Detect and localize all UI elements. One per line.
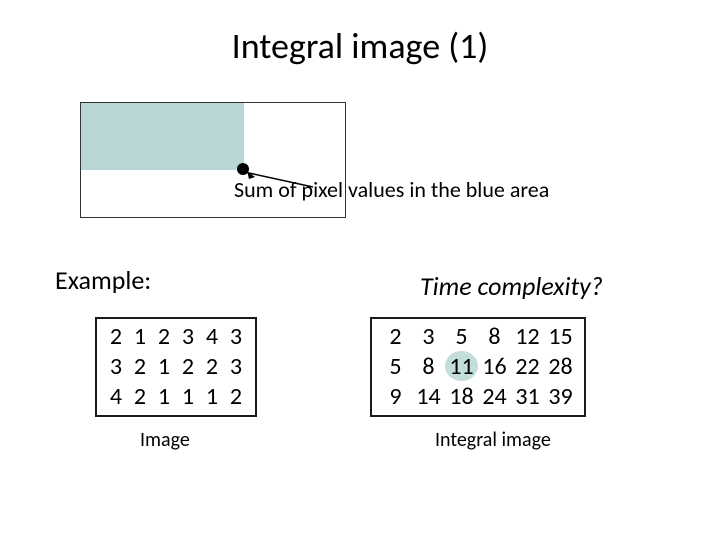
image-cell: 2 [104,321,128,351]
integral-cell: 31 [511,381,544,411]
integral-cell: 8 [478,321,511,351]
image-cell: 2 [224,381,248,411]
image-cell: 2 [128,351,152,381]
image-cell: 4 [200,321,224,351]
integral-cell: 39 [544,381,577,411]
image-cell: 2 [176,351,200,381]
integral-cell: 9 [379,381,412,411]
image-cell: 1 [128,321,152,351]
integral-cell: 16 [478,351,511,381]
integral-cell: 22 [511,351,544,381]
integral-cell: 8 [412,351,445,381]
image-cell: 2 [200,351,224,381]
integral-cell: 18 [445,381,478,411]
integral-cell: 24 [478,381,511,411]
source-image-table: 212343321223421112 [95,317,257,417]
integral-image-table: 23581215581116222891418243139 [370,317,586,417]
image-cell: 1 [200,381,224,411]
image-cell: 3 [224,321,248,351]
integral-cell: 5 [379,351,412,381]
image-caption: Image [140,428,190,452]
image-cell: 1 [152,381,176,411]
image-cell: 2 [128,381,152,411]
image-cell: 1 [152,351,176,381]
example-heading: Example: [55,264,151,296]
integral-cell: 2 [379,321,412,351]
integral-cell: 14 [412,381,445,411]
integral-cell: 12 [511,321,544,351]
image-cell: 1 [176,381,200,411]
integral-caption: Integral image [435,428,551,452]
integral-cell: 28 [544,351,577,381]
image-cell: 3 [224,351,248,381]
image-cell: 4 [104,381,128,411]
integral-cell: 11 [445,351,478,381]
integral-cell: 15 [544,321,577,351]
blue-region [81,103,244,170]
integral-cell: 5 [445,321,478,351]
integral-cell: 3 [412,321,445,351]
time-complexity-question: Time complexity? [420,270,603,302]
image-cell: 2 [152,321,176,351]
slide-title: Integral image (1) [0,0,720,68]
image-cell: 3 [176,321,200,351]
image-cell: 3 [104,351,128,381]
sum-description: Sum of pixel values in the blue area [234,176,549,203]
